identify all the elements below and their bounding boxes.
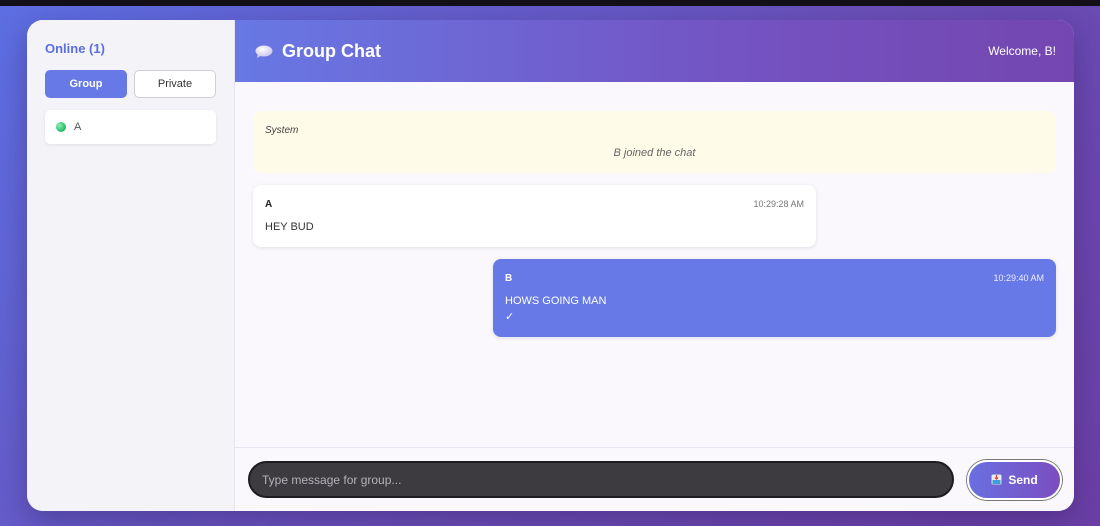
send-button-label: Send: [1008, 472, 1038, 487]
system-message: System B joined the chat: [253, 111, 1056, 173]
user-name: A: [74, 121, 82, 133]
message-item-self: B 10:29:40 AM HOWS GOING MAN ✓: [493, 259, 1056, 337]
welcome-text: Welcome, B!: [988, 44, 1056, 58]
header-title-group: Group Chat: [255, 41, 381, 62]
page-title: Group Chat: [282, 40, 381, 61]
message-timestamp: 10:29:40 AM: [993, 273, 1044, 283]
message-composer: Send: [235, 447, 1074, 511]
message-author: B: [505, 273, 513, 284]
message-author: A: [265, 199, 273, 210]
message-text: HOWS GOING MAN: [505, 295, 607, 307]
speech-bubble-icon: [255, 45, 273, 58]
online-user-list: A: [45, 110, 216, 144]
system-message-label: System: [265, 125, 299, 136]
online-status-icon: [56, 122, 66, 132]
message-timestamp: 10:29:28 AM: [753, 199, 804, 209]
user-list-item[interactable]: A: [45, 110, 216, 144]
system-message-text: B joined the chat: [613, 147, 696, 159]
send-button[interactable]: Send: [967, 459, 1062, 500]
message-list: System B joined the chat A 10:29:28 AM H…: [235, 82, 1074, 447]
sidebar: Online (1) Group Private A: [27, 20, 235, 511]
message-text: HEY BUD: [265, 221, 314, 233]
chat-header: Group Chat Welcome, B!: [235, 20, 1074, 82]
sent-check-icon: ✓: [505, 311, 515, 323]
chat-app: Online (1) Group Private A Group Chat We…: [27, 20, 1074, 511]
tab-group[interactable]: Group: [45, 70, 127, 98]
tab-private[interactable]: Private: [133, 70, 216, 98]
chat-main: Group Chat Welcome, B! System B joined t…: [235, 20, 1074, 511]
inbox-tray-icon: [991, 474, 1003, 485]
message-input[interactable]: [248, 461, 954, 498]
online-count-title: Online (1): [45, 41, 105, 56]
message-item: A 10:29:28 AM HEY BUD: [253, 185, 816, 247]
chat-mode-tabs: Group Private: [45, 70, 216, 98]
window-top-bar: [0, 0, 1100, 6]
